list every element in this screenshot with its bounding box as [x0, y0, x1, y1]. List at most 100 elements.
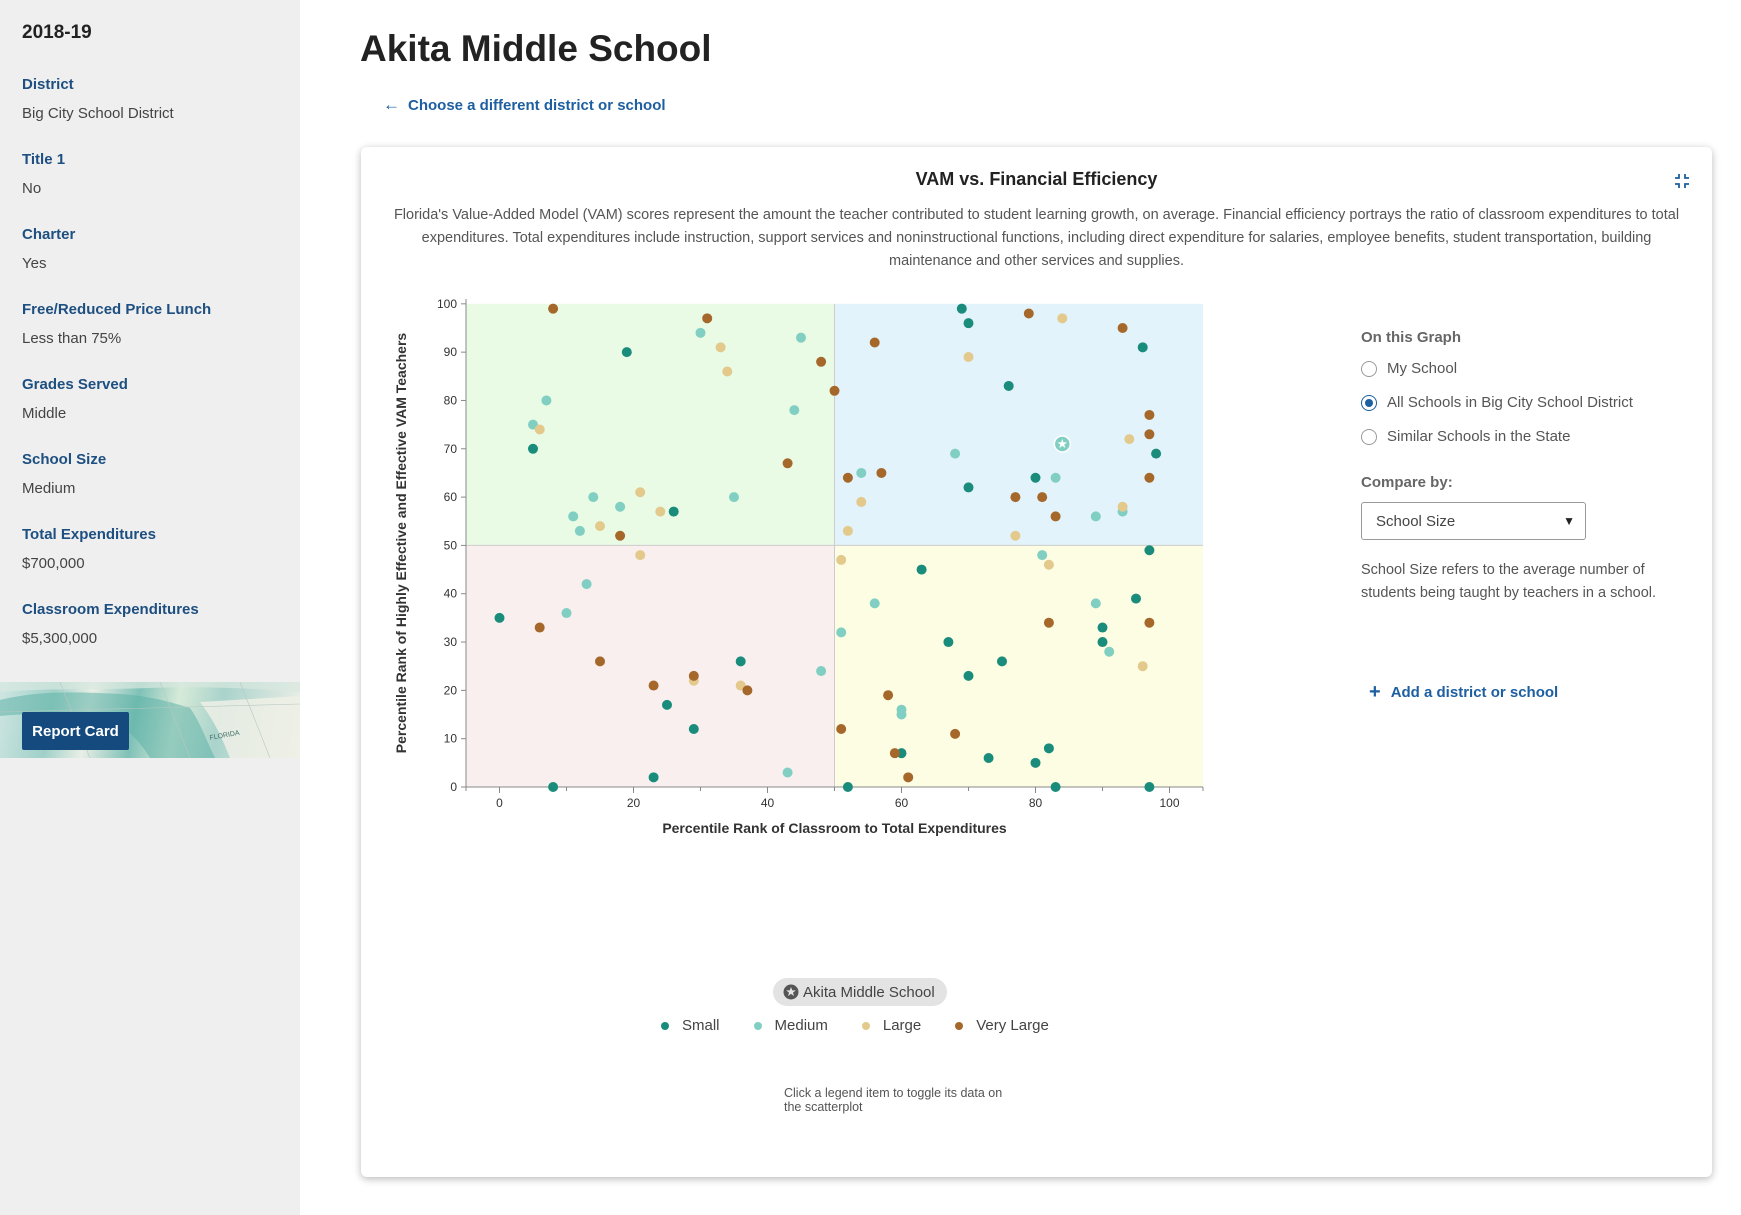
data-point-large[interactable]: [595, 521, 605, 532]
data-point-very-large[interactable]: [889, 748, 900, 759]
data-point-very-large[interactable]: [816, 356, 827, 367]
data-point-small[interactable]: [1030, 757, 1041, 768]
data-point-large[interactable]: [1137, 661, 1148, 672]
data-point-very-large[interactable]: [1117, 322, 1128, 333]
data-point-very-large[interactable]: [842, 472, 853, 483]
data-point-small[interactable]: [662, 699, 672, 710]
data-point-very-large[interactable]: [836, 724, 847, 735]
legend-item-very-large[interactable]: Very Large: [955, 1017, 1049, 1034]
data-point-very-large[interactable]: [615, 530, 626, 541]
data-point-medium[interactable]: [789, 405, 800, 416]
data-point-large[interactable]: [1043, 559, 1054, 570]
data-point-very-large[interactable]: [1037, 492, 1048, 503]
data-point-very-large[interactable]: [688, 670, 699, 681]
legend-item-large[interactable]: Large: [861, 1017, 921, 1034]
data-point-very-large[interactable]: [595, 656, 605, 667]
data-point-very-large[interactable]: [702, 313, 713, 324]
legend-item-medium[interactable]: Medium: [753, 1017, 828, 1034]
radio-similar-schools[interactable]: Similar Schools in the State: [1361, 428, 1570, 445]
data-point-medium[interactable]: [1050, 472, 1061, 483]
data-point-very-large[interactable]: [1144, 429, 1155, 440]
data-point-small[interactable]: [688, 724, 699, 735]
data-point-medium[interactable]: [695, 327, 706, 338]
data-point-very-large[interactable]: [876, 467, 887, 478]
data-point-very-large[interactable]: [782, 458, 793, 469]
data-point-very-large[interactable]: [869, 337, 880, 348]
data-point-very-large[interactable]: [883, 690, 894, 701]
data-point-small[interactable]: [1050, 782, 1061, 792]
data-point-medium[interactable]: [816, 666, 827, 677]
data-point-large[interactable]: [655, 506, 666, 517]
data-point-medium[interactable]: [950, 448, 961, 459]
data-point-small[interactable]: [997, 656, 1007, 667]
legend-item-small[interactable]: Small: [661, 1017, 720, 1034]
data-point-medium[interactable]: [1090, 511, 1101, 522]
data-point-medium[interactable]: [568, 511, 579, 522]
data-point-very-large[interactable]: [829, 385, 840, 396]
data-point-medium[interactable]: [1090, 598, 1101, 609]
data-point-medium[interactable]: [561, 608, 572, 619]
data-point-large[interactable]: [722, 366, 733, 377]
data-point-small[interactable]: [1137, 342, 1148, 353]
data-point-very-large[interactable]: [1023, 308, 1034, 319]
radio-all-schools[interactable]: All Schools in Big City School District: [1361, 394, 1633, 411]
data-point-small[interactable]: [621, 347, 632, 358]
data-point-very-large[interactable]: [950, 728, 961, 739]
data-point-small[interactable]: [735, 656, 746, 667]
data-point-large[interactable]: [1057, 313, 1068, 324]
data-point-very-large[interactable]: [903, 772, 914, 783]
data-point-medium[interactable]: [796, 332, 806, 343]
radio-button[interactable]: [1361, 360, 1377, 377]
data-point-small[interactable]: [983, 753, 994, 764]
data-point-small[interactable]: [956, 303, 967, 314]
scatter-chart[interactable]: 0 10 20 30 40 50 60 70 80 90 100 0 20 40 60 80 100 Perce…: [361, 147, 1341, 927]
radio-button[interactable]: [1361, 428, 1377, 445]
data-point-medium[interactable]: [574, 525, 585, 536]
collapse-icon[interactable]: [1674, 173, 1690, 189]
data-point-medium[interactable]: [836, 627, 847, 638]
data-point-very-large[interactable]: [648, 680, 659, 691]
data-point-very-large[interactable]: [1144, 472, 1155, 483]
data-point-large[interactable]: [963, 351, 974, 362]
data-point-very-large[interactable]: [1144, 617, 1155, 628]
data-point-medium[interactable]: [1104, 646, 1115, 657]
report-card-button[interactable]: Report Card: [22, 712, 129, 750]
data-point-small[interactable]: [1144, 782, 1155, 792]
data-point-small[interactable]: [1151, 448, 1162, 459]
data-point-medium[interactable]: [856, 467, 867, 478]
data-point-large[interactable]: [635, 487, 646, 498]
data-point-large[interactable]: [1124, 434, 1135, 445]
data-point-very-large[interactable]: [1010, 492, 1021, 503]
data-point-very-large[interactable]: [1050, 511, 1061, 522]
data-point-very-large[interactable]: [534, 622, 545, 633]
data-point-small[interactable]: [1097, 622, 1108, 633]
data-point-large[interactable]: [1010, 530, 1021, 541]
data-point-very-large[interactable]: [548, 303, 559, 314]
data-point-large[interactable]: [534, 424, 545, 435]
data-point-large[interactable]: [1117, 501, 1128, 512]
data-point-large[interactable]: [635, 550, 646, 561]
data-point-medium[interactable]: [581, 579, 592, 590]
data-point-small[interactable]: [548, 782, 559, 792]
radio-button[interactable]: [1361, 394, 1377, 411]
data-point-very-large[interactable]: [1043, 617, 1054, 628]
choose-different-link[interactable]: ← Choose a different district or school: [383, 95, 666, 115]
radio-my-school[interactable]: My School: [1361, 360, 1457, 377]
data-point-small[interactable]: [963, 482, 974, 493]
data-point-small[interactable]: [1144, 545, 1155, 556]
data-point-small[interactable]: [494, 612, 505, 623]
data-point-medium[interactable]: [541, 395, 552, 406]
data-point-small[interactable]: [528, 443, 538, 454]
highlight-school-chip[interactable]: Akita Middle School: [773, 978, 947, 1006]
data-point-large[interactable]: [715, 342, 726, 353]
data-point-medium[interactable]: [869, 598, 880, 609]
data-point-small[interactable]: [648, 772, 659, 783]
data-point-small[interactable]: [1003, 380, 1014, 391]
data-point-very-large[interactable]: [1144, 409, 1155, 420]
data-point-medium[interactable]: [588, 492, 599, 503]
add-district-or-school-link[interactable]: + Add a district or school: [1369, 681, 1558, 704]
data-point-small[interactable]: [842, 782, 853, 792]
data-point-medium[interactable]: [615, 501, 626, 512]
data-point-small[interactable]: [1131, 593, 1141, 604]
data-point-small[interactable]: [943, 637, 954, 648]
